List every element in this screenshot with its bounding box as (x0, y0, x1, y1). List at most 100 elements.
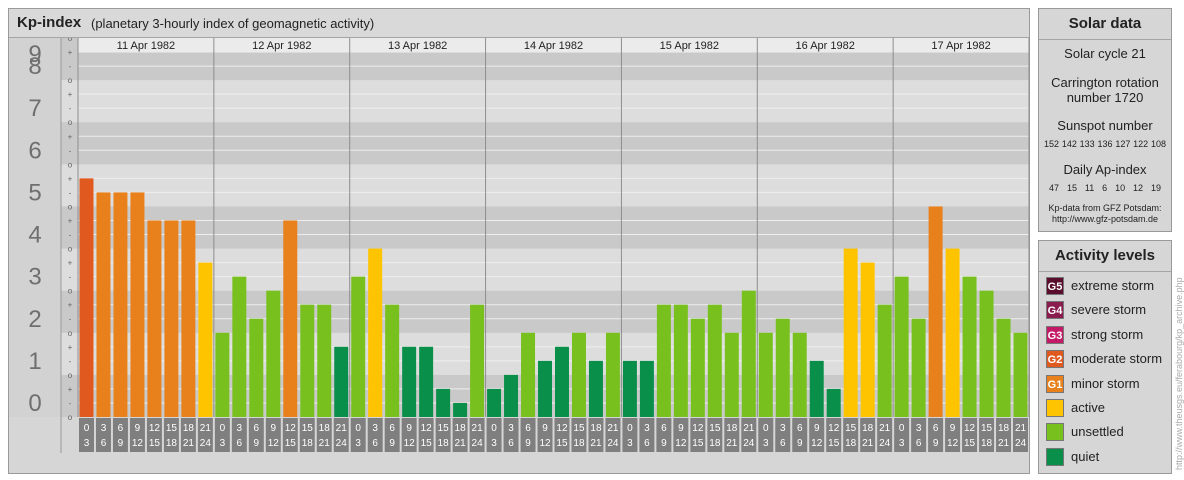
time-start-label: 18 (183, 423, 195, 434)
kp-bar (945, 248, 960, 417)
time-end-label: 15 (964, 438, 976, 449)
time-start-label: 15 (438, 423, 450, 434)
kp-band (9, 122, 1029, 165)
legend-list: G5 extreme storm G4 severe storm G3 strong … (1039, 272, 1171, 469)
minor-y-tick-label: + (68, 90, 73, 99)
time-start-label: 18 (726, 423, 738, 434)
sunspot-label: Sunspot number (1057, 118, 1153, 133)
time-end-label: 15 (828, 438, 840, 449)
minor-y-tick-label: + (68, 385, 73, 394)
legend-item: G1 minor storm (1039, 372, 1171, 396)
time-start-label: 12 (828, 423, 840, 434)
legend-item: quiet (1039, 445, 1171, 469)
time-start-label: 0 (627, 423, 633, 434)
legend-swatch: G5 (1046, 277, 1064, 295)
carrington-line2: number 1720 (1066, 90, 1144, 105)
kp-bar (283, 220, 298, 417)
kp-bar (538, 360, 552, 417)
time-end-label: 3 (84, 438, 90, 449)
time-start-label: 9 (950, 423, 956, 434)
minor-y-tick-label: - (69, 399, 72, 408)
time-end-label: 12 (539, 438, 551, 449)
ap-value: 15 (1066, 183, 1077, 193)
kp-bar (571, 332, 586, 417)
time-start-label: 21 (607, 423, 619, 434)
kp-bar (198, 262, 213, 417)
kp-bar (690, 318, 705, 417)
day-label: 16 Apr 1982 (796, 40, 855, 52)
legend-item: unsettled (1039, 420, 1171, 444)
time-start-label: 18 (319, 423, 331, 434)
kp-bar (215, 332, 230, 417)
minor-y-tick-label: o (68, 118, 73, 127)
time-end-label: 6 (508, 438, 514, 449)
time-start-label: 3 (780, 423, 786, 434)
time-end-label: 3 (763, 438, 769, 449)
time-end-label: 6 (916, 438, 922, 449)
time-end-label: 18 (709, 438, 721, 449)
time-start-label: 6 (254, 423, 260, 434)
minor-y-tick-label: o (68, 160, 73, 169)
time-start-label: 0 (491, 423, 497, 434)
kp-band (9, 248, 1029, 291)
activity-levels-title: Activity levels (1039, 241, 1171, 272)
kp-bar (877, 304, 892, 417)
time-end-label: 9 (389, 438, 395, 449)
time-start-label: 15 (573, 423, 585, 434)
minor-y-tick-label: + (68, 259, 73, 268)
legend-swatch (1046, 398, 1064, 417)
legend-item: G4 severe storm (1039, 298, 1171, 322)
y-tick-label: 4 (28, 222, 41, 249)
kp-bar (724, 332, 739, 417)
time-end-label: 24 (879, 438, 891, 449)
kp-bar (113, 192, 128, 417)
minor-y-tick-label: + (68, 174, 73, 183)
time-start-label: 12 (421, 423, 433, 434)
kp-bar (809, 360, 824, 417)
legend-label: unsettled (1071, 424, 1124, 440)
time-end-label: 21 (590, 438, 602, 449)
kp-bar (826, 388, 841, 417)
time-start-label: 9 (542, 423, 548, 434)
time-start-label: 15 (845, 423, 857, 434)
kp-bar (622, 360, 637, 417)
kp-bar (130, 192, 145, 417)
sunspot-value: 133 (1079, 139, 1095, 149)
time-end-label: 9 (525, 438, 531, 449)
sunspot-value: 122 (1133, 139, 1149, 149)
kp-bar (164, 220, 179, 417)
time-end-label: 24 (200, 438, 212, 449)
time-start-label: 3 (237, 423, 243, 434)
time-start-label: 0 (355, 423, 361, 434)
minor-y-tick-label: - (69, 357, 72, 366)
time-start-label: 12 (964, 423, 976, 434)
minor-y-tick-label: o (68, 413, 73, 422)
kp-bar (639, 360, 654, 417)
time-start-label: 0 (220, 423, 226, 434)
minor-y-tick-label: o (68, 245, 73, 254)
day-label: 12 Apr 1982 (252, 40, 311, 52)
time-end-label: 6 (780, 438, 786, 449)
kp-bar (402, 346, 417, 417)
time-end-label: 9 (254, 438, 260, 449)
legend-label: quiet (1071, 448, 1100, 464)
kp-bar (979, 290, 994, 417)
time-start-label: 15 (166, 423, 178, 434)
day-label: 17 Apr 1982 (931, 40, 990, 52)
ap-value: 12 (1133, 183, 1144, 193)
kp-band (9, 80, 1029, 123)
time-end-label: 24 (472, 438, 484, 449)
time-end-label: 21 (319, 438, 331, 449)
y-tick-label: 3 (28, 264, 41, 291)
kp-bar (419, 346, 434, 417)
minor-y-tick-label: - (69, 231, 72, 240)
sunspot-value: 108 (1150, 139, 1166, 149)
legend-label: strong storm (1071, 326, 1144, 342)
time-start-label: 3 (101, 423, 107, 434)
kp-bar (962, 276, 977, 417)
kp-bar (436, 388, 451, 417)
minor-y-tick-label: o (68, 287, 73, 296)
y-tick-label: 6 (28, 137, 41, 164)
kp-bar (487, 388, 502, 417)
chart-title-bar: Kp-index (planetary 3-hourly index of ge… (9, 9, 1029, 38)
